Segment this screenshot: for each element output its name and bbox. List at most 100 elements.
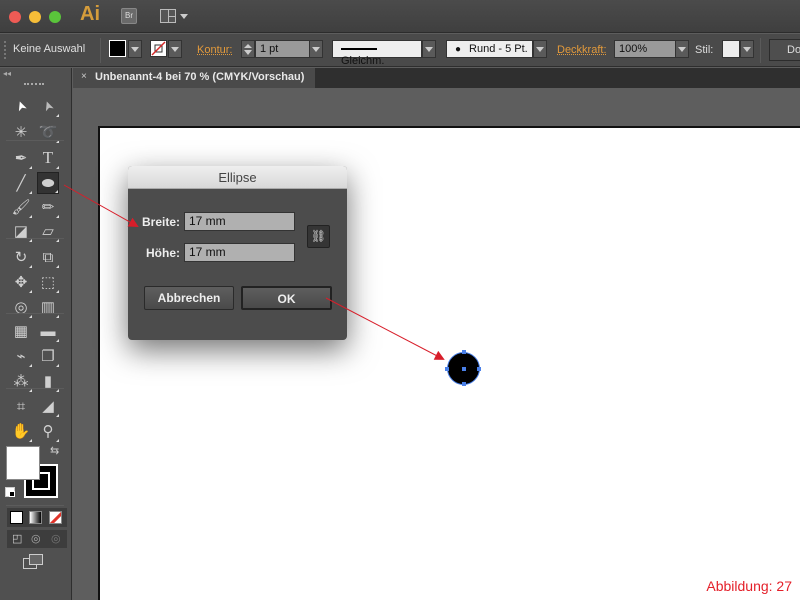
chevron-up-icon[interactable]: [244, 43, 252, 48]
flyout-indicator: [55, 190, 58, 193]
flyout-indicator: [56, 290, 59, 293]
chevron-down-icon: [171, 46, 179, 52]
shape-builder-tool[interactable]: ◎: [10, 296, 32, 318]
selection-tool[interactable]: ➤: [10, 95, 32, 117]
draw-normal-icon[interactable]: ◰: [12, 532, 22, 545]
divider: [6, 313, 64, 314]
type-tool[interactable]: T: [37, 147, 59, 169]
fill-swatch[interactable]: [109, 40, 126, 57]
width-input[interactable]: 17 mm: [184, 212, 295, 231]
blend-tool[interactable]: ❐: [37, 345, 59, 367]
constrain-proportions-button[interactable]: ⛓: [307, 225, 330, 248]
zoom-tool[interactable]: ⚲: [37, 420, 59, 442]
stroke-dropdown[interactable]: [168, 40, 182, 58]
eyedropper-tool[interactable]: ⌁: [10, 345, 32, 367]
color-mode-button[interactable]: [10, 511, 23, 524]
no-fill-icon: [50, 512, 61, 523]
minimize-window-button[interactable]: [29, 11, 41, 23]
line-segment-tool[interactable]: ╱: [10, 172, 32, 194]
title-bar: Ai Br: [0, 0, 800, 33]
stroke-weight-input[interactable]: 1 pt: [255, 40, 310, 58]
ellipse-shape[interactable]: [445, 350, 481, 386]
direct-selection-tool[interactable]: ➤: [37, 95, 59, 117]
rotate-icon: ↻: [14, 249, 28, 266]
ellipse-dialog: Ellipse Breite: 17 mm Höhe: 17 mm ⛓ Abbr…: [128, 166, 347, 340]
anchor-point[interactable]: [445, 367, 449, 371]
figure-label: Abbildung: 27: [706, 578, 792, 594]
zoom-icon: ⚲: [42, 423, 54, 440]
slice-icon: ◢: [42, 398, 54, 415]
opacity-dropdown[interactable]: [675, 40, 689, 58]
artboard-tool[interactable]: ⌗: [10, 395, 32, 417]
zoom-window-button[interactable]: [49, 11, 61, 23]
brush-definition-select[interactable]: ● Rund - 5 Pt.: [446, 40, 533, 58]
puppet-warp-tool[interactable]: ✥: [10, 271, 32, 293]
slice-tool[interactable]: ◢: [37, 395, 59, 417]
scale-icon: ⧉: [42, 248, 54, 266]
line-segment-icon: ╱: [16, 175, 26, 192]
stroke-weight-stepper[interactable]: [241, 40, 255, 58]
graphic-style-dropdown[interactable]: [740, 40, 754, 58]
gradient-tool[interactable]: ▬: [37, 320, 59, 342]
stroke-weight-dropdown[interactable]: [309, 40, 323, 58]
stroke-profile-value: Gleichm.: [341, 55, 385, 67]
close-tab-icon[interactable]: ×: [81, 71, 87, 82]
control-bar: Keine Auswahl Kontur: 1 pt Gleichm. ● Run…: [0, 34, 800, 67]
default-fill-stroke-icon[interactable]: [5, 487, 15, 497]
paintbrush-tool[interactable]: 🖌: [10, 196, 32, 218]
panel-grip[interactable]: [24, 83, 44, 86]
screen-mode-icon[interactable]: [23, 554, 43, 569]
free-transform-tool[interactable]: ⬚: [37, 271, 59, 293]
rotate-tool[interactable]: ↻: [10, 246, 32, 268]
panel-grip[interactable]: [4, 41, 6, 59]
anchor-point[interactable]: [462, 382, 466, 386]
swap-fill-stroke-icon[interactable]: ⇆: [50, 444, 59, 457]
perspective-grid-tool[interactable]: ▥: [37, 296, 59, 318]
close-window-button[interactable]: [9, 11, 21, 23]
stroke-profile-dropdown[interactable]: [422, 40, 436, 58]
hand-icon: ✋: [11, 423, 31, 440]
draw-behind-icon[interactable]: ◎: [31, 532, 41, 545]
document-tab[interactable]: × Unbenannt-4 bei 70 % (CMYK/Vorschau): [73, 68, 315, 88]
divider: [100, 38, 101, 63]
flyout-indicator: [56, 364, 59, 367]
ellipse-icon: ⬬: [41, 174, 55, 192]
free-transform-icon: ⬚: [40, 274, 56, 291]
none-mode-button[interactable]: [49, 511, 62, 524]
stroke-panel-link[interactable]: Kontur:: [197, 44, 232, 56]
arrange-documents-button[interactable]: [160, 9, 176, 23]
ellipse-tool[interactable]: ⬬: [37, 172, 59, 194]
hand-tool[interactable]: ✋: [10, 420, 32, 442]
chevron-down-icon[interactable]: [180, 14, 188, 19]
height-input[interactable]: 17 mm: [184, 243, 295, 262]
cancel-button[interactable]: Abbrechen: [144, 286, 234, 310]
gradient-mode-button[interactable]: [29, 511, 42, 524]
collapse-panel-icon[interactable]: ◂◂: [3, 69, 11, 78]
stroke-swatch[interactable]: [150, 40, 167, 57]
mesh-tool[interactable]: ▦: [10, 320, 32, 342]
document-setup-button[interactable]: Do: [769, 39, 800, 61]
bridge-button[interactable]: Br: [121, 8, 137, 24]
flyout-indicator: [29, 290, 32, 293]
anchor-point[interactable]: [477, 367, 481, 371]
scale-tool[interactable]: ⧉: [37, 246, 59, 268]
brush-definition-dropdown[interactable]: [533, 40, 547, 58]
graphic-style-swatch[interactable]: [722, 40, 740, 58]
pencil-tool[interactable]: ✏: [37, 196, 59, 218]
chevron-down-icon: [678, 46, 686, 52]
anchor-point[interactable]: [462, 350, 466, 354]
app-logo: Ai: [80, 3, 100, 25]
draw-inside-icon[interactable]: ◎: [51, 532, 61, 545]
fill-dropdown[interactable]: [128, 40, 142, 58]
stroke-profile-select[interactable]: Gleichm.: [332, 40, 422, 67]
divider: [6, 140, 64, 141]
opacity-panel-link[interactable]: Deckkraft:: [557, 44, 607, 56]
fill-color-swatch[interactable]: [6, 446, 40, 480]
pen-tool[interactable]: ✒: [10, 147, 32, 169]
divider: [6, 505, 64, 506]
opacity-input[interactable]: 100%: [614, 40, 676, 58]
ok-button[interactable]: OK: [241, 286, 332, 310]
brush-dot-icon: ●: [455, 44, 462, 55]
eyedropper-icon: ⌁: [16, 348, 26, 365]
chevron-down-icon[interactable]: [244, 49, 252, 55]
